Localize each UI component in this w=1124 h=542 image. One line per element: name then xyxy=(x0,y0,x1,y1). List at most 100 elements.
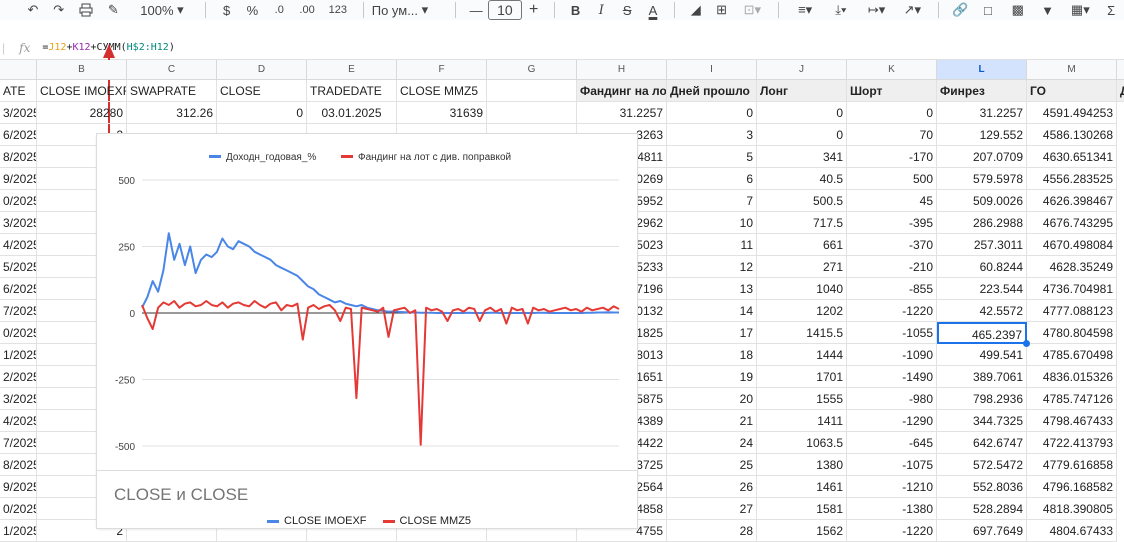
column-header[interactable]: K xyxy=(847,60,937,80)
table-cell[interactable]: 798.2936 xyxy=(937,388,1027,410)
table-cell[interactable]: 14 xyxy=(667,300,757,322)
table-cell[interactable]: 207.0709 xyxy=(937,146,1027,168)
header-cell[interactable]: Лонг xyxy=(757,80,847,102)
font-size-decrease-button[interactable]: — xyxy=(464,0,488,20)
number-format-button[interactable]: 123 xyxy=(321,0,355,20)
table-cell[interactable]: 509.0026 xyxy=(937,190,1027,212)
table-cell[interactable]: 500.5 xyxy=(757,190,847,212)
table-cell[interactable]: 28 xyxy=(667,520,757,542)
table-cell[interactable]: 528.2894 xyxy=(937,498,1027,520)
header-cell[interactable] xyxy=(487,80,577,102)
merge-cells-icon[interactable]: ⊡▾ xyxy=(735,0,771,20)
table-cell[interactable]: 4556.283525 xyxy=(1027,168,1117,190)
table-cell[interactable]: 31.2257 xyxy=(937,102,1027,124)
header-cell[interactable]: Фандинг на лот xyxy=(577,80,667,102)
table-cell[interactable]: 27 xyxy=(667,498,757,520)
table-cell[interactable]: 286.2988 xyxy=(937,212,1027,234)
table-cell[interactable]: 0 xyxy=(217,102,307,124)
table-cell[interactable]: -395 xyxy=(847,212,937,234)
chart-funding[interactable]: 500 250 0 -250 -500 Доходн_годовая_% Фандинг н… xyxy=(97,134,637,528)
table-cell[interactable]: 4736.704981 xyxy=(1027,278,1117,300)
table-cell[interactable]: 1/2025 xyxy=(0,344,37,366)
bold-button[interactable]: B xyxy=(563,0,589,20)
table-cell[interactable]: 25 xyxy=(667,454,757,476)
header-cell[interactable]: Финрез xyxy=(937,80,1027,102)
filter-views-icon[interactable]: ▦▾ xyxy=(1062,0,1098,20)
table-cell[interactable]: 1063.5 xyxy=(757,432,847,454)
table-cell[interactable]: 20 xyxy=(667,388,757,410)
table-cell[interactable]: 6/2025 xyxy=(0,278,37,300)
table-cell[interactable]: 28280 xyxy=(37,102,127,124)
table-cell[interactable]: 4798.467433 xyxy=(1027,410,1117,432)
fill-color-icon[interactable]: ◢ xyxy=(683,0,709,20)
table-cell[interactable]: 4785.670498 xyxy=(1027,344,1117,366)
table-cell[interactable]: -1210 xyxy=(847,476,937,498)
table-cell[interactable]: 3/2025 xyxy=(0,212,37,234)
table-cell[interactable]: -1490 xyxy=(847,366,937,388)
table-cell[interactable]: 4804.67433 xyxy=(1027,520,1117,542)
table-cell[interactable]: 4/2025 xyxy=(0,410,37,432)
table-cell[interactable]: 8/2025 xyxy=(0,146,37,168)
header-cell[interactable]: ATE xyxy=(0,80,37,102)
table-cell[interactable]: 45 xyxy=(847,190,937,212)
table-cell[interactable]: 4676.743295 xyxy=(1027,212,1117,234)
table-cell[interactable]: 0 xyxy=(757,124,847,146)
table-cell[interactable]: 4/2025 xyxy=(0,234,37,256)
table-cell[interactable]: 499.541 xyxy=(937,344,1027,366)
column-header[interactable]: M xyxy=(1027,60,1117,80)
header-cell[interactable]: ГО xyxy=(1027,80,1117,102)
table-cell[interactable]: 17 xyxy=(667,322,757,344)
table-cell[interactable]: 40.5 xyxy=(757,168,847,190)
column-header[interactable]: G xyxy=(487,60,577,80)
table-cell[interactable]: -210 xyxy=(847,256,937,278)
table-cell[interactable]: 257.3011 xyxy=(937,234,1027,256)
print-icon[interactable] xyxy=(72,0,100,20)
strikethrough-button[interactable]: S xyxy=(614,0,640,20)
table-cell[interactable]: 60.8244 xyxy=(937,256,1027,278)
table-cell[interactable]: 70 xyxy=(847,124,937,146)
header-cell[interactable]: Дней прошло xyxy=(667,80,757,102)
increase-decimal-button[interactable]: .00 xyxy=(293,0,321,20)
header-cell[interactable]: CLOSE MMZ5 xyxy=(397,80,487,102)
table-cell[interactable]: 2/2025 xyxy=(0,366,37,388)
header-cell[interactable]: CLOSE IMOEXF xyxy=(37,80,127,102)
table-cell[interactable]: 341 xyxy=(757,146,847,168)
series-line-funding[interactable] xyxy=(141,300,620,446)
table-cell[interactable]: 7/2025 xyxy=(0,300,37,322)
italic-button[interactable]: I xyxy=(588,0,614,20)
table-cell[interactable]: 0/2025 xyxy=(0,322,37,344)
column-header[interactable]: C xyxy=(127,60,217,80)
table-cell[interactable]: 26 xyxy=(667,476,757,498)
insert-comment-icon[interactable]: □ xyxy=(973,0,1003,20)
table-cell[interactable]: 1555 xyxy=(757,388,847,410)
table-cell[interactable]: -980 xyxy=(847,388,937,410)
table-cell[interactable]: 4777.088123 xyxy=(1027,300,1117,322)
borders-icon[interactable]: ⊞ xyxy=(709,0,735,20)
table-cell[interactable]: -645 xyxy=(847,432,937,454)
font-select[interactable]: По ум... ▾ xyxy=(372,0,447,20)
table-cell[interactable]: 4779.616858 xyxy=(1027,454,1117,476)
column-header[interactable]: D xyxy=(217,60,307,80)
table-cell[interactable]: 12 xyxy=(667,256,757,278)
table-cell[interactable]: 697.7649 xyxy=(937,520,1027,542)
table-cell[interactable]: 0/2025 xyxy=(0,498,37,520)
table-cell[interactable]: 4630.651341 xyxy=(1027,146,1117,168)
table-cell[interactable]: 11 xyxy=(667,234,757,256)
table-cell[interactable]: 31639 xyxy=(397,102,487,124)
functions-icon[interactable]: Σ xyxy=(1098,0,1124,20)
table-cell[interactable]: -1220 xyxy=(847,300,937,322)
paint-format-icon[interactable]: ✎ xyxy=(99,0,127,20)
table-cell[interactable]: 1701 xyxy=(757,366,847,388)
table-cell[interactable] xyxy=(487,102,577,124)
table-cell[interactable]: 642.6747 xyxy=(937,432,1027,454)
table-cell[interactable]: -1090 xyxy=(847,344,937,366)
column-header[interactable]: B xyxy=(37,60,127,80)
table-cell[interactable]: 1415.5 xyxy=(757,322,847,344)
table-cell[interactable]: 19 xyxy=(667,366,757,388)
undo-icon[interactable]: ↶ xyxy=(20,0,46,20)
column-header[interactable] xyxy=(0,60,37,80)
header-cell[interactable]: Шорт xyxy=(847,80,937,102)
table-cell[interactable]: 4626.398467 xyxy=(1027,190,1117,212)
table-cell[interactable]: -855 xyxy=(847,278,937,300)
table-cell[interactable]: 572.5472 xyxy=(937,454,1027,476)
